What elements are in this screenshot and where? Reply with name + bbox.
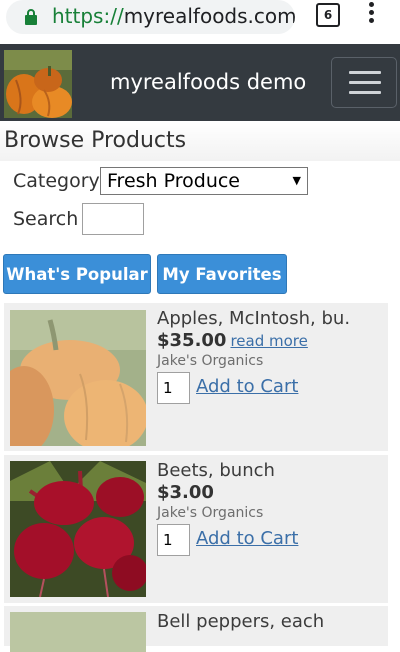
my-favorites-button[interactable]: My Favorites <box>157 254 287 294</box>
hamburger-menu-icon[interactable] <box>331 57 397 108</box>
product-image[interactable] <box>10 612 146 652</box>
product-vendor: Jake's Organics <box>157 505 264 521</box>
quantity-input[interactable]: 1 <box>157 372 190 404</box>
search-input[interactable] <box>82 203 144 235</box>
address-bar[interactable]: https://myrealfoods.com/c <box>6 0 295 34</box>
product-card: Bell peppers, each <box>4 606 388 652</box>
brand-title[interactable]: myrealfoods demo <box>110 70 306 94</box>
navbar: myrealfoods demo <box>0 44 400 121</box>
search-label: Search <box>13 208 79 230</box>
tab-switcher-icon[interactable]: 6 <box>316 3 340 27</box>
lock-icon <box>25 9 37 25</box>
add-to-cart-link[interactable]: Add to Cart <box>196 528 298 549</box>
category-label: Category <box>13 170 100 192</box>
product-name: Beets, bunch <box>157 460 275 481</box>
whats-popular-button[interactable]: What's Popular <box>3 254 151 294</box>
dropdown-arrow-icon: ▼ <box>292 174 301 187</box>
quantity-input[interactable]: 1 <box>157 524 190 556</box>
read-more-link[interactable]: read more <box>230 332 307 350</box>
product-image[interactable] <box>10 310 146 446</box>
category-select[interactable]: Fresh Produce ▼ <box>100 167 308 195</box>
product-vendor: Jake's Organics <box>157 353 264 369</box>
product-card: Beets, bunch $3.00 Jake's Organics 1 Add… <box>4 455 388 603</box>
page-title: Browse Products <box>4 128 187 153</box>
add-to-cart-link[interactable]: Add to Cart <box>196 376 298 397</box>
product-name: Apples, McIntosh, bu. <box>157 308 351 329</box>
product-price: $3.00 <box>157 482 214 503</box>
logo-pumpkins-image[interactable] <box>4 50 72 118</box>
product-price: $35.00 read more <box>157 330 308 351</box>
category-select-value: Fresh Produce <box>107 170 240 192</box>
product-name: Bell peppers, each <box>157 611 325 632</box>
browser-toolbar: https://myrealfoods.com/c 6 <box>0 0 400 44</box>
product-image[interactable] <box>10 461 146 597</box>
address-url: https://myrealfoods.com/c <box>52 4 295 28</box>
product-card: Apples, McIntosh, bu. $35.00 read more Ja… <box>4 303 388 451</box>
overflow-menu-icon[interactable] <box>363 2 379 28</box>
